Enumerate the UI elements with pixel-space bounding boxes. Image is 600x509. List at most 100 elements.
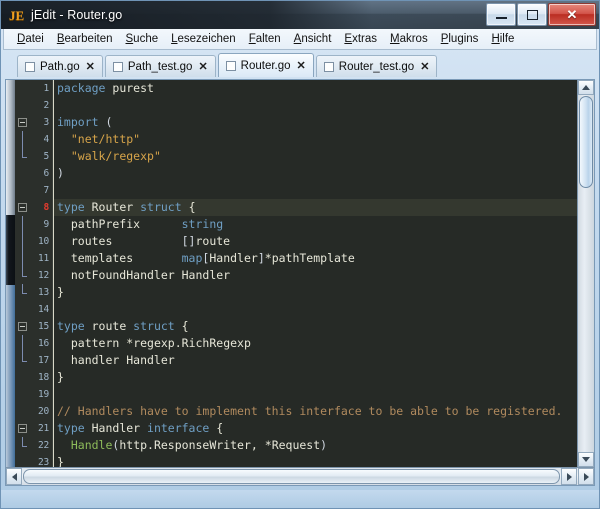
code-line[interactable]: [53, 182, 577, 199]
fold-collapse-icon[interactable]: [18, 424, 27, 433]
buffer-tab-path-test-go[interactable]: Path_test.go ✕: [104, 55, 216, 77]
code-line[interactable]: [53, 301, 577, 318]
code-line[interactable]: // Handlers have to implement this inter…: [53, 403, 577, 420]
tab-close-icon[interactable]: ✕: [86, 60, 95, 73]
menu-item-extras[interactable]: Extras: [338, 31, 383, 47]
code-line[interactable]: type route struct {: [53, 318, 577, 335]
code-line[interactable]: notFoundHandler Handler: [53, 267, 577, 284]
horizontal-scrollbar[interactable]: [6, 467, 594, 485]
code-line[interactable]: Handle(http.ResponseWriter, *Request): [53, 437, 577, 454]
gutter-line[interactable]: 3: [15, 114, 52, 131]
gutter-line[interactable]: 4: [15, 131, 52, 148]
tab-dirty-indicator-icon: [225, 60, 236, 71]
code-line[interactable]: type Router struct {: [53, 199, 577, 216]
marker-gutter-strip[interactable]: [6, 80, 15, 485]
code-line[interactable]: ): [53, 165, 577, 182]
code-line[interactable]: handler Handler: [53, 352, 577, 369]
code-text-area[interactable]: package purest import ( "net/http" "walk…: [53, 80, 577, 467]
gutter-line[interactable]: 2: [15, 97, 52, 114]
menu-item-makros[interactable]: Makros: [384, 31, 434, 47]
gutter-line[interactable]: 16: [15, 335, 52, 352]
code-token-id: [57, 149, 71, 163]
gutter-line[interactable]: 10: [15, 233, 52, 250]
gutter-line[interactable]: 22: [15, 437, 52, 454]
gutter-line[interactable]: 7: [15, 182, 52, 199]
buffer-tab-path-go[interactable]: Path.go ✕: [17, 55, 103, 77]
code-line[interactable]: }: [53, 284, 577, 301]
menu-item-ansicht[interactable]: Ansicht: [288, 31, 338, 47]
fold-line: [22, 233, 23, 250]
menu-item-bearbeiten[interactable]: Bearbeiten: [51, 31, 119, 47]
code-token-id: http.ResponseWriter,: [119, 438, 265, 452]
code-line[interactable]: type Handler interface {: [53, 420, 577, 437]
menu-item-lesezeichen[interactable]: Lesezeichen: [165, 31, 242, 47]
arrow-right-icon-2: [583, 472, 589, 481]
tab-close-icon[interactable]: ✕: [297, 59, 306, 72]
code-token-op: *: [264, 251, 272, 265]
code-token-fn: Handle: [70, 438, 113, 452]
maximize-button[interactable]: [517, 3, 547, 26]
gutter-line[interactable]: 14: [15, 301, 52, 318]
scroll-up-button[interactable]: [578, 80, 594, 95]
code-token-id: pathTemplate: [271, 251, 355, 265]
title-bar[interactable]: JE jEdit - Router.go ✕: [1, 1, 599, 29]
menu-item-hilfe[interactable]: Hilfe: [485, 31, 520, 47]
scroll-left-button[interactable]: [6, 468, 22, 485]
code-line[interactable]: [53, 97, 577, 114]
fold-collapse-icon[interactable]: [18, 203, 27, 212]
tab-close-icon[interactable]: ✕: [198, 60, 207, 73]
gutter-line[interactable]: 5: [15, 148, 52, 165]
code-line[interactable]: "net/http": [53, 131, 577, 148]
close-button[interactable]: ✕: [548, 3, 596, 26]
menu-item-suche[interactable]: Suche: [120, 31, 165, 47]
code-line[interactable]: pattern *regexp.RichRegexp: [53, 335, 577, 352]
code-token-id: Handler: [91, 421, 148, 435]
gutter-line[interactable]: 1: [15, 80, 52, 97]
buffer-tab-router-go[interactable]: Router.go ✕: [217, 53, 314, 77]
menu-item-datei[interactable]: Datei: [11, 31, 50, 47]
code-line[interactable]: package purest: [53, 80, 577, 97]
menu-item-falten[interactable]: Falten: [243, 31, 287, 47]
buffer-tab-router-test-go[interactable]: Router_test.go ✕: [315, 55, 438, 77]
gutter-line[interactable]: 6: [15, 165, 52, 182]
code-token-op: }: [57, 455, 64, 467]
gutter-line[interactable]: 11: [15, 250, 52, 267]
gutter-line[interactable]: 19: [15, 386, 52, 403]
code-token-kw: import: [57, 115, 106, 129]
gutter-line[interactable]: 13: [15, 284, 52, 301]
fold-collapse-icon[interactable]: [18, 118, 27, 127]
code-line[interactable]: }: [53, 454, 577, 467]
code-line[interactable]: routes []route: [53, 233, 577, 250]
code-line[interactable]: import (: [53, 114, 577, 131]
gutter-line[interactable]: 18: [15, 369, 52, 386]
code-line[interactable]: pathPrefix string: [53, 216, 577, 233]
fold-line: [22, 131, 23, 148]
code-line[interactable]: }: [53, 369, 577, 386]
gutter-line[interactable]: 15: [15, 318, 52, 335]
line-number: 14: [37, 304, 49, 315]
code-line[interactable]: templates map[Handler]*pathTemplate: [53, 250, 577, 267]
tab-close-icon[interactable]: ✕: [420, 60, 429, 73]
gutter-line[interactable]: 17: [15, 352, 52, 369]
minimize-button[interactable]: [486, 3, 516, 26]
gutter-line[interactable]: 12: [15, 267, 52, 284]
code-line[interactable]: [53, 386, 577, 403]
gutter-line[interactable]: 9: [15, 216, 52, 233]
scroll-right-button[interactable]: [561, 468, 577, 485]
scroll-down-button[interactable]: [578, 452, 594, 467]
tab-label: Router_test.go: [338, 60, 415, 73]
gutter-line[interactable]: 21: [15, 420, 52, 437]
fold-collapse-icon[interactable]: [18, 322, 27, 331]
line-number-gutter[interactable]: 123456789101112131415161718192021222324: [15, 80, 53, 485]
code-token-str: "walk/regexp": [70, 149, 161, 163]
vertical-scrollbar[interactable]: [577, 80, 594, 467]
code-line[interactable]: "walk/regexp": [53, 148, 577, 165]
scroll-right-button-extra[interactable]: [578, 468, 594, 485]
horizontal-scrollbar-thumb[interactable]: [23, 469, 560, 484]
fold-line: [22, 216, 23, 233]
menu-item-plugins[interactable]: Plugins: [435, 31, 485, 47]
gutter-line[interactable]: 20: [15, 403, 52, 420]
vertical-scrollbar-thumb[interactable]: [579, 96, 593, 188]
gutter-line[interactable]: 8: [15, 199, 52, 216]
line-number: 1: [43, 83, 49, 94]
